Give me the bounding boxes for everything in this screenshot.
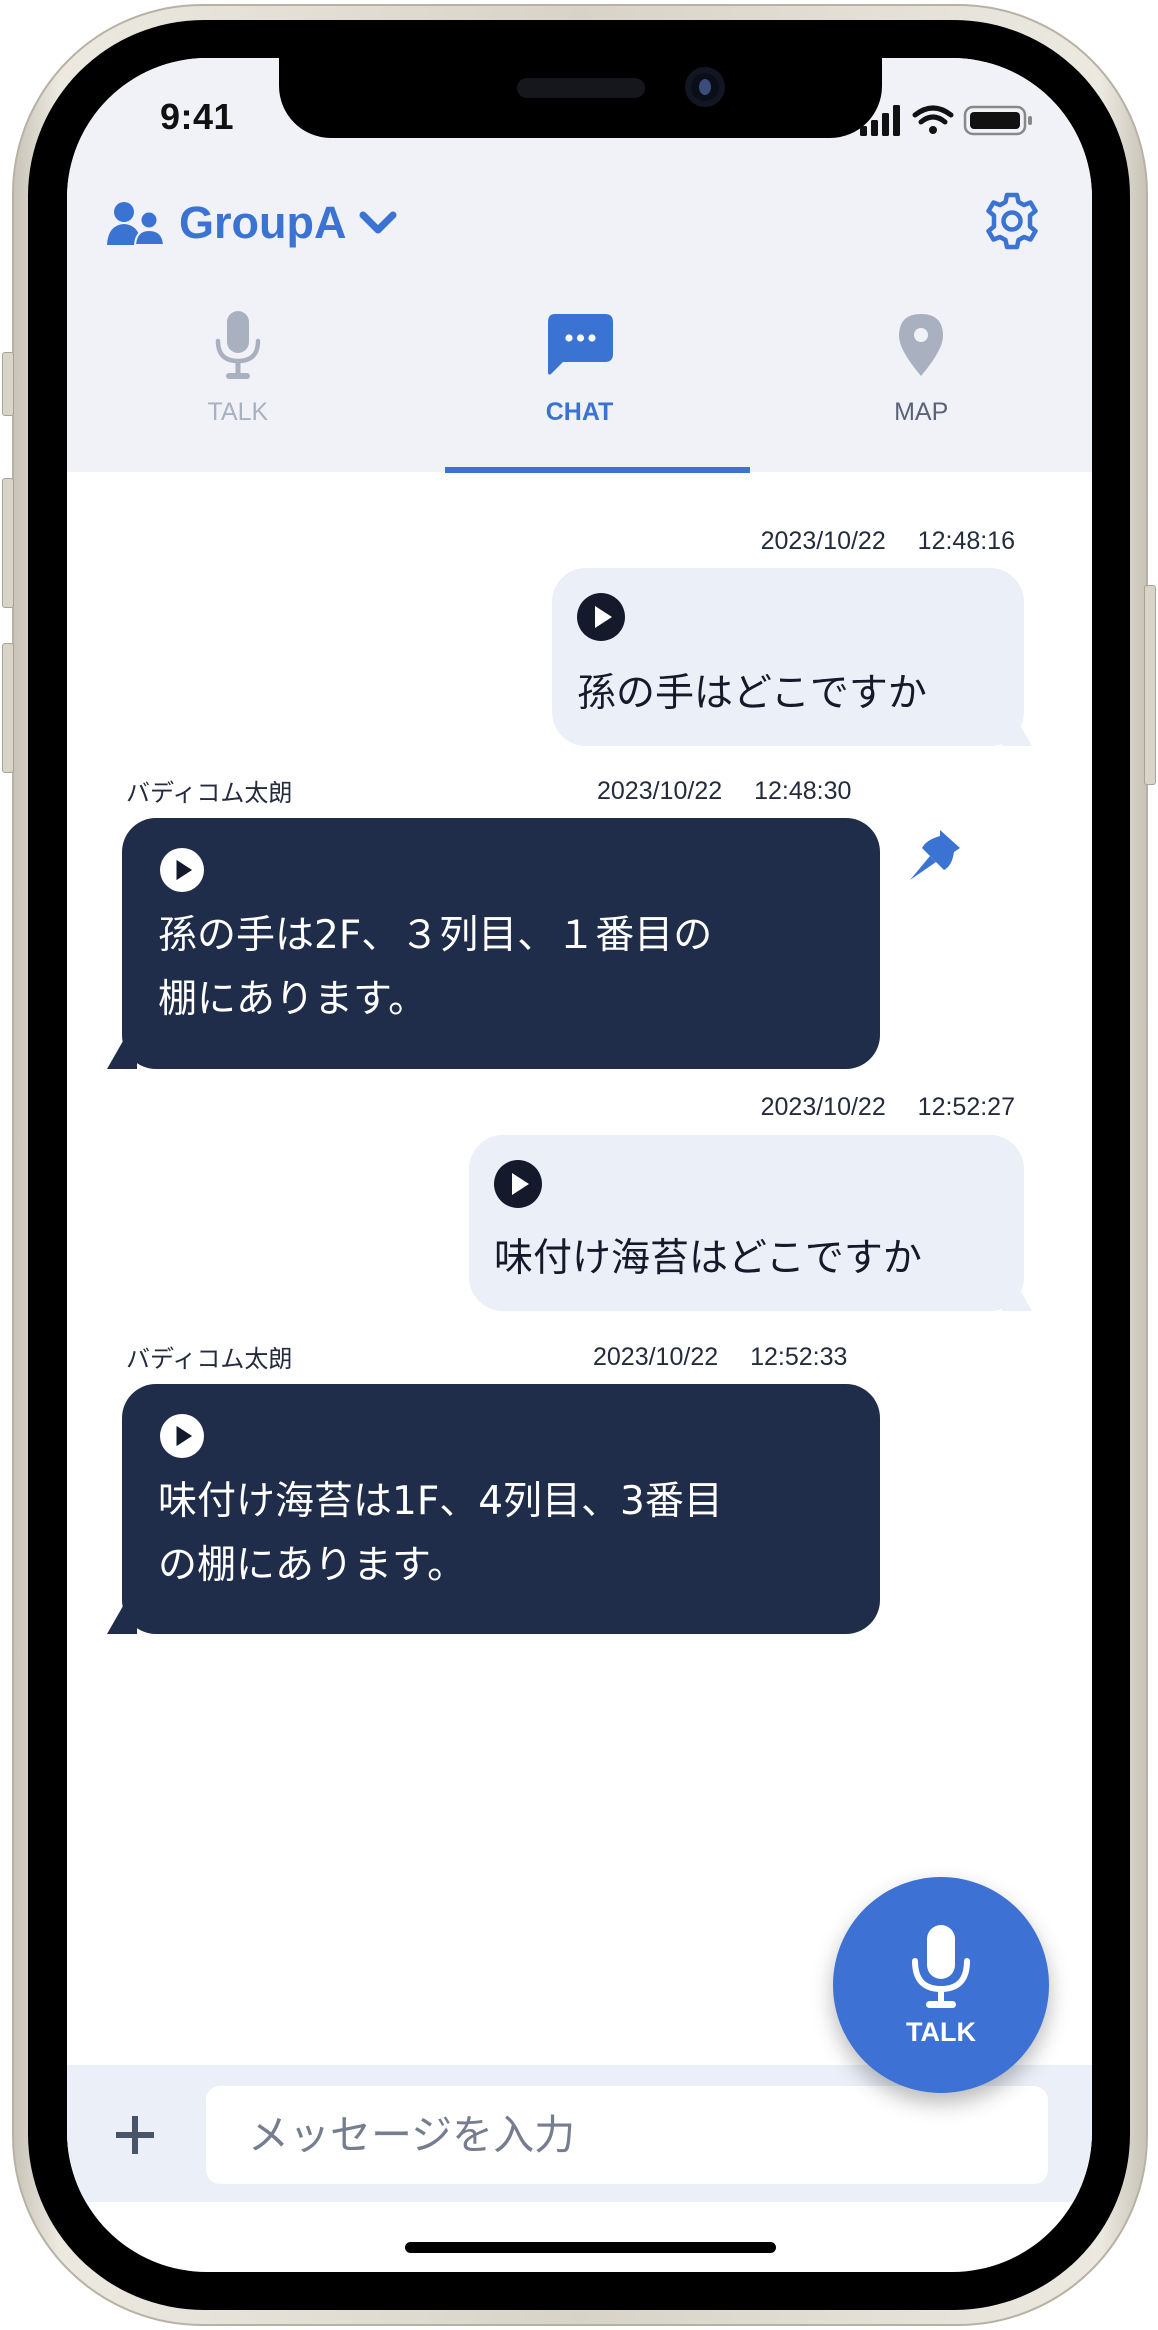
play-icon[interactable] [494, 1160, 542, 1208]
tab-talk-label: TALK [207, 398, 269, 426]
notch [279, 58, 882, 138]
phone-screen: 9:41 GroupA TALK CHAT MAP 2023/10/22 12:… [67, 58, 1092, 2272]
group-selector[interactable]: GroupA [107, 194, 398, 252]
status-icons [857, 102, 1047, 138]
home-indicator[interactable] [405, 2242, 776, 2253]
status-time: 9:41 [160, 96, 235, 137]
message-input[interactable] [206, 2086, 1048, 2184]
active-tab-indicator [445, 467, 750, 473]
front-camera [685, 67, 725, 107]
pin-icon[interactable] [908, 826, 966, 882]
tab-map-label: MAP [894, 398, 949, 426]
volume-up-button [2, 478, 14, 608]
chevron-down-icon[interactable] [358, 209, 398, 237]
talk-fab-button[interactable]: TALK [833, 1877, 1049, 2093]
play-icon[interactable] [577, 593, 625, 641]
message-text: 味付け海苔はどこですか [494, 1236, 922, 1281]
message-timestamp: 2023/10/22 12:48:16 [760, 527, 1015, 555]
volume-down-button [2, 643, 14, 773]
signal-icon [860, 105, 900, 136]
tab-chat-label: CHAT [545, 398, 614, 426]
message-sender: バディコム太朗 [126, 1345, 293, 1373]
tab-talk[interactable]: TALK [67, 308, 409, 472]
plus-icon [116, 2116, 154, 2154]
group-users-icon [107, 202, 165, 245]
battery-icon [963, 105, 1032, 136]
mute-switch [2, 352, 14, 416]
add-attachment-button[interactable] [107, 2107, 163, 2163]
message-sender: バディコム太朗 [126, 779, 293, 807]
message-bubble: 味付け海苔はどこですか [469, 1135, 1024, 1311]
play-icon[interactable] [160, 848, 204, 892]
message-text: 孫の手はどこですか [577, 671, 927, 716]
message-text: 孫の手は2F、３列目、１番目の 棚にあります。 [158, 913, 713, 1022]
group-name: GroupA [179, 197, 347, 248]
play-icon[interactable] [160, 1414, 204, 1458]
microphone-icon [912, 1924, 970, 2008]
message-bubble: 孫の手は2F、３列目、１番目の 棚にあります。 [122, 818, 880, 1069]
gear-icon[interactable] [983, 192, 1041, 250]
talk-fab-label: TALK [906, 2016, 976, 2047]
tab-bar: TALK CHAT MAP [67, 308, 1092, 472]
message-bubble: 孫の手はどこですか [552, 568, 1024, 746]
message-bubble: 味付け海苔は1F、4列目、3番目 の棚にあります。 [122, 1384, 880, 1634]
microphone-icon [215, 311, 261, 379]
message-timestamp: 2023/10/22 12:48:30 [597, 777, 852, 805]
map-pin-icon [899, 314, 944, 376]
speaker [517, 78, 645, 98]
message-timestamp: 2023/10/22 12:52:27 [760, 1093, 1015, 1121]
tab-map[interactable]: MAP [750, 308, 1092, 472]
message-timestamp: 2023/10/22 12:52:33 [593, 1343, 848, 1371]
chat-bubble-icon [547, 314, 613, 375]
wifi-icon [912, 105, 954, 134]
power-button [1144, 585, 1156, 785]
message-text: 味付け海苔は1F、4列目、3番目 の棚にあります。 [158, 1479, 723, 1588]
tab-chat[interactable]: CHAT [409, 308, 751, 472]
